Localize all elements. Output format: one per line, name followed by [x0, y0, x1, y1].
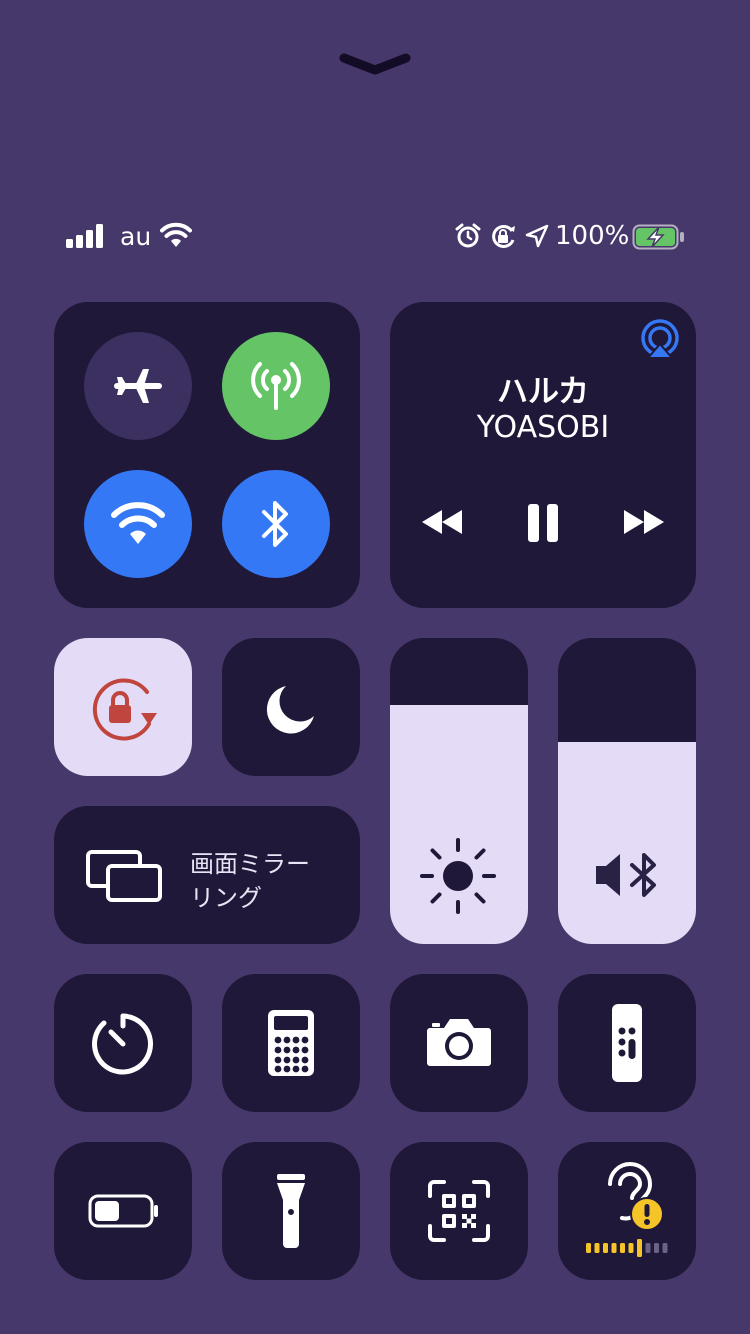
- location-icon: [525, 224, 549, 252]
- camera-button[interactable]: [390, 974, 528, 1112]
- hearing-level-segment: [611, 1243, 617, 1253]
- orientation-lock-status-icon: [489, 223, 517, 253]
- hearing-level-segment: [645, 1243, 651, 1253]
- bluetooth-toggle[interactable]: [222, 470, 330, 578]
- connectivity-module: [54, 302, 360, 608]
- flashlight-button[interactable]: [222, 1142, 360, 1280]
- brightness-slider[interactable]: [390, 638, 528, 944]
- alarm-icon: [455, 223, 481, 253]
- cellular-data-toggle[interactable]: [222, 332, 330, 440]
- warning-icon: [630, 1197, 664, 1231]
- qr-code-icon: [428, 1180, 490, 1242]
- flashlight-icon: [277, 1174, 305, 1248]
- apple-tv-remote-button[interactable]: [558, 974, 696, 1112]
- orientation-lock-icon: [92, 678, 157, 741]
- status-bar: au 100%: [0, 214, 750, 258]
- orientation-lock-button[interactable]: [54, 638, 192, 776]
- hearing-level-segment: [637, 1239, 642, 1257]
- battery-icon: [88, 1194, 158, 1228]
- pause-button[interactable]: [526, 502, 560, 548]
- screen-mirroring-button[interactable]: 画面ミラー リング: [54, 806, 360, 944]
- antenna-icon: [251, 362, 301, 410]
- volume-slider[interactable]: [558, 638, 696, 944]
- speaker-bluetooth-icon: [596, 853, 656, 897]
- battery-percent: 100%: [555, 221, 630, 251]
- calculator-button[interactable]: [222, 974, 360, 1112]
- airplane-icon: [114, 369, 162, 403]
- timer-icon: [92, 1013, 154, 1075]
- rewind-button[interactable]: [418, 506, 466, 542]
- hearing-level-segment: [586, 1243, 591, 1253]
- screen-mirroring-label-line2: リング: [190, 884, 262, 912]
- brightness-icon: [420, 838, 496, 914]
- screen-mirroring-icon: [86, 850, 162, 902]
- wifi-status-icon: [160, 222, 192, 252]
- calculator-icon: [268, 1010, 314, 1076]
- moon-icon: [266, 686, 314, 734]
- now-playing-module[interactable]: ハルカ YOASOBI: [390, 302, 696, 608]
- song-title: ハルカ: [496, 374, 590, 410]
- hearing-level-segment: [603, 1243, 608, 1253]
- low-power-mode-button[interactable]: [54, 1142, 192, 1280]
- battery-charging-icon: [632, 224, 686, 254]
- hearing-level-segment: [662, 1243, 668, 1253]
- dismiss-chevron-icon[interactable]: [338, 50, 412, 78]
- hearing-level-meter: [586, 1239, 668, 1257]
- do-not-disturb-button[interactable]: [222, 638, 360, 776]
- artist-name: YOASOBI: [476, 410, 610, 445]
- wifi-toggle[interactable]: [84, 470, 192, 578]
- cellular-signal-icon: [66, 224, 104, 252]
- remote-icon: [612, 1004, 642, 1082]
- hearing-level-segment: [654, 1243, 659, 1253]
- wifi-icon: [111, 502, 165, 544]
- airplay-icon[interactable]: [638, 318, 682, 364]
- bluetooth-icon: [262, 501, 288, 547]
- airplane-mode-toggle[interactable]: [84, 332, 192, 440]
- timer-button[interactable]: [54, 974, 192, 1112]
- camera-icon: [427, 1019, 491, 1066]
- hearing-level-segment: [594, 1243, 600, 1253]
- fast-forward-button[interactable]: [620, 506, 668, 542]
- volume-level-fill: [558, 742, 696, 944]
- qr-code-scanner-button[interactable]: [390, 1142, 528, 1280]
- screen-mirroring-label-line1: 画面ミラー: [190, 850, 310, 878]
- hearing-level-segment: [620, 1243, 625, 1253]
- hearing-level-segment: [628, 1243, 634, 1253]
- carrier-name: au: [120, 222, 152, 251]
- hearing-button[interactable]: [558, 1142, 696, 1280]
